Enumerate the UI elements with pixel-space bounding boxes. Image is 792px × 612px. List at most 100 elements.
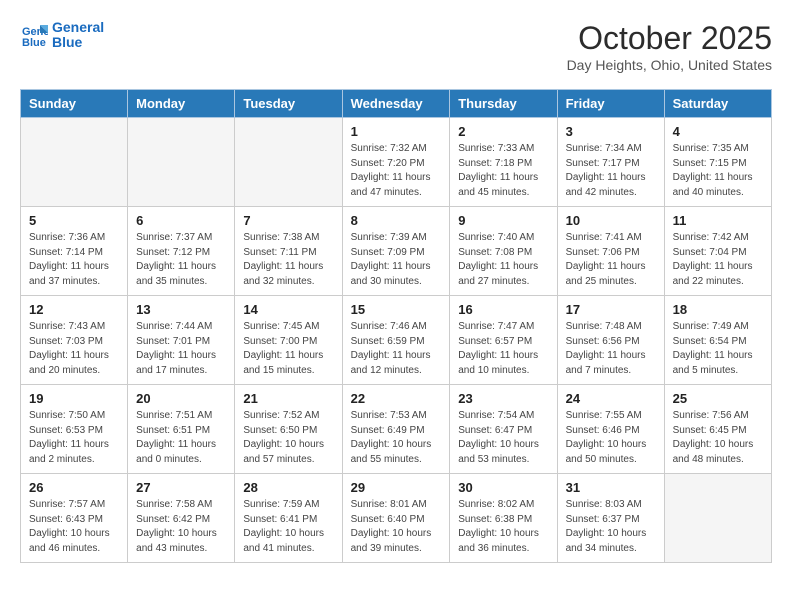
day-header-wednesday: Wednesday [342, 90, 450, 118]
location-subtitle: Day Heights, Ohio, United States [567, 57, 772, 73]
day-number: 12 [29, 302, 119, 317]
day-number: 13 [136, 302, 226, 317]
calendar-cell: 22 Sunrise: 7:53 AM Sunset: 6:49 PM Dayli… [342, 385, 450, 474]
day-detail: Sunrise: 7:46 AM Sunset: 6:59 PM Dayligh… [351, 320, 442, 378]
day-number: 15 [351, 302, 442, 317]
calendar-cell: 13 Sunrise: 7:44 AM Sunset: 7:01 PM Dayli… [128, 296, 235, 385]
day-detail: Sunrise: 7:41 AM Sunset: 7:06 PM Dayligh… [566, 231, 656, 289]
calendar-cell: 6 Sunrise: 7:37 AM Sunset: 7:12 PM Daylig… [128, 207, 235, 296]
calendar-cell: 4 Sunrise: 7:35 AM Sunset: 7:15 PM Daylig… [664, 118, 771, 207]
day-detail: Sunrise: 7:55 AM Sunset: 6:46 PM Dayligh… [566, 409, 656, 467]
calendar-cell: 31 Sunrise: 8:03 AM Sunset: 6:37 PM Dayli… [557, 474, 664, 563]
day-number: 23 [458, 391, 548, 406]
day-detail: Sunrise: 7:38 AM Sunset: 7:11 PM Dayligh… [243, 231, 333, 289]
day-detail: Sunrise: 8:03 AM Sunset: 6:37 PM Dayligh… [566, 498, 656, 556]
day-header-tuesday: Tuesday [235, 90, 342, 118]
calendar-cell: 9Sunrise: 7:40 AM Sunset: 7:08 PM Daylig… [450, 207, 557, 296]
calendar-cell: 23 Sunrise: 7:54 AM Sunset: 6:47 PM Dayli… [450, 385, 557, 474]
calendar-cell: 24 Sunrise: 7:55 AM Sunset: 6:46 PM Dayli… [557, 385, 664, 474]
day-number: 3 [566, 124, 656, 139]
day-number: 19 [29, 391, 119, 406]
day-detail: Sunrise: 7:35 AM Sunset: 7:15 PM Dayligh… [673, 142, 763, 200]
calendar-cell: 12Sunrise: 7:43 AM Sunset: 7:03 PM Dayli… [21, 296, 128, 385]
day-header-saturday: Saturday [664, 90, 771, 118]
day-number: 25 [673, 391, 763, 406]
day-detail: Sunrise: 8:02 AM Sunset: 6:38 PM Dayligh… [458, 498, 548, 556]
calendar-week-row: 19 Sunrise: 7:50 AM Sunset: 6:53 PM Dayli… [21, 385, 772, 474]
day-detail: Sunrise: 7:52 AM Sunset: 6:50 PM Dayligh… [243, 409, 333, 467]
day-number: 26 [29, 480, 119, 495]
day-detail: Sunrise: 7:45 AM Sunset: 7:00 PM Dayligh… [243, 320, 333, 378]
calendar-cell: 30 Sunrise: 8:02 AM Sunset: 6:38 PM Dayli… [450, 474, 557, 563]
calendar-week-row: 26 Sunrise: 7:57 AM Sunset: 6:43 PM Dayli… [21, 474, 772, 563]
day-detail: Sunrise: 7:57 AM Sunset: 6:43 PM Dayligh… [29, 498, 119, 556]
calendar-cell: 27 Sunrise: 7:58 AM Sunset: 6:42 PM Dayli… [128, 474, 235, 563]
calendar-cell [21, 118, 128, 207]
day-detail: Sunrise: 7:50 AM Sunset: 6:53 PM Dayligh… [29, 409, 119, 467]
day-detail: Sunrise: 7:59 AM Sunset: 6:41 PM Dayligh… [243, 498, 333, 556]
day-number: 5 [29, 213, 119, 228]
day-detail: Sunrise: 7:32 AM Sunset: 7:20 PM Dayligh… [351, 142, 442, 200]
day-detail: Sunrise: 7:49 AM Sunset: 6:54 PM Dayligh… [673, 320, 763, 378]
calendar-cell: 1 Sunrise: 7:32 AM Sunset: 7:20 PM Daylig… [342, 118, 450, 207]
calendar-cell: 20 Sunrise: 7:51 AM Sunset: 6:51 PM Dayli… [128, 385, 235, 474]
day-detail: Sunrise: 7:36 AM Sunset: 7:14 PM Dayligh… [29, 231, 119, 289]
page-header: General Blue GeneralBlue October 2025 Da… [20, 20, 772, 73]
day-number: 1 [351, 124, 442, 139]
day-number: 8 [351, 213, 442, 228]
day-detail: Sunrise: 7:47 AM Sunset: 6:57 PM Dayligh… [458, 320, 548, 378]
day-detail: Sunrise: 7:51 AM Sunset: 6:51 PM Dayligh… [136, 409, 226, 467]
day-detail: Sunrise: 7:53 AM Sunset: 6:49 PM Dayligh… [351, 409, 442, 467]
logo: General Blue GeneralBlue [20, 20, 104, 51]
day-number: 24 [566, 391, 656, 406]
day-number: 31 [566, 480, 656, 495]
day-detail: Sunrise: 7:37 AM Sunset: 7:12 PM Dayligh… [136, 231, 226, 289]
calendar-cell: 29Sunrise: 8:01 AM Sunset: 6:40 PM Dayli… [342, 474, 450, 563]
day-number: 20 [136, 391, 226, 406]
day-number: 6 [136, 213, 226, 228]
calendar-week-row: 5 Sunrise: 7:36 AM Sunset: 7:14 PM Daylig… [21, 207, 772, 296]
day-number: 14 [243, 302, 333, 317]
day-header-friday: Friday [557, 90, 664, 118]
day-number: 27 [136, 480, 226, 495]
calendar-cell [235, 118, 342, 207]
calendar-header-row: SundayMondayTuesdayWednesdayThursdayFrid… [21, 90, 772, 118]
day-detail: Sunrise: 7:48 AM Sunset: 6:56 PM Dayligh… [566, 320, 656, 378]
calendar-cell: 16Sunrise: 7:47 AM Sunset: 6:57 PM Dayli… [450, 296, 557, 385]
day-detail: Sunrise: 7:58 AM Sunset: 6:42 PM Dayligh… [136, 498, 226, 556]
day-detail: Sunrise: 7:39 AM Sunset: 7:09 PM Dayligh… [351, 231, 442, 289]
title-block: October 2025 Day Heights, Ohio, United S… [567, 20, 772, 73]
day-number: 2 [458, 124, 548, 139]
day-number: 10 [566, 213, 656, 228]
calendar-cell: 18 Sunrise: 7:49 AM Sunset: 6:54 PM Dayli… [664, 296, 771, 385]
calendar-cell: 8 Sunrise: 7:39 AM Sunset: 7:09 PM Daylig… [342, 207, 450, 296]
calendar-cell: 25 Sunrise: 7:56 AM Sunset: 6:45 PM Dayli… [664, 385, 771, 474]
day-number: 29 [351, 480, 442, 495]
day-number: 17 [566, 302, 656, 317]
day-header-monday: Monday [128, 90, 235, 118]
day-number: 9 [458, 213, 548, 228]
day-number: 4 [673, 124, 763, 139]
day-number: 7 [243, 213, 333, 228]
day-number: 22 [351, 391, 442, 406]
day-number: 18 [673, 302, 763, 317]
day-number: 30 [458, 480, 548, 495]
day-detail: Sunrise: 7:56 AM Sunset: 6:45 PM Dayligh… [673, 409, 763, 467]
calendar-cell [664, 474, 771, 563]
calendar-cell: 28Sunrise: 7:59 AM Sunset: 6:41 PM Dayli… [235, 474, 342, 563]
calendar-week-row: 1 Sunrise: 7:32 AM Sunset: 7:20 PM Daylig… [21, 118, 772, 207]
day-header-sunday: Sunday [21, 90, 128, 118]
calendar-cell: 10 Sunrise: 7:41 AM Sunset: 7:06 PM Dayli… [557, 207, 664, 296]
calendar-cell: 21 Sunrise: 7:52 AM Sunset: 6:50 PM Dayli… [235, 385, 342, 474]
calendar-cell: 3Sunrise: 7:34 AM Sunset: 7:17 PM Daylig… [557, 118, 664, 207]
calendar-cell: 26 Sunrise: 7:57 AM Sunset: 6:43 PM Dayli… [21, 474, 128, 563]
day-detail: Sunrise: 7:44 AM Sunset: 7:01 PM Dayligh… [136, 320, 226, 378]
day-number: 21 [243, 391, 333, 406]
calendar-cell: 19 Sunrise: 7:50 AM Sunset: 6:53 PM Dayli… [21, 385, 128, 474]
calendar-cell: 5 Sunrise: 7:36 AM Sunset: 7:14 PM Daylig… [21, 207, 128, 296]
day-detail: Sunrise: 7:42 AM Sunset: 7:04 PM Dayligh… [673, 231, 763, 289]
logo-icon: General Blue [20, 21, 48, 49]
day-header-thursday: Thursday [450, 90, 557, 118]
calendar-cell [128, 118, 235, 207]
day-detail: Sunrise: 7:54 AM Sunset: 6:47 PM Dayligh… [458, 409, 548, 467]
